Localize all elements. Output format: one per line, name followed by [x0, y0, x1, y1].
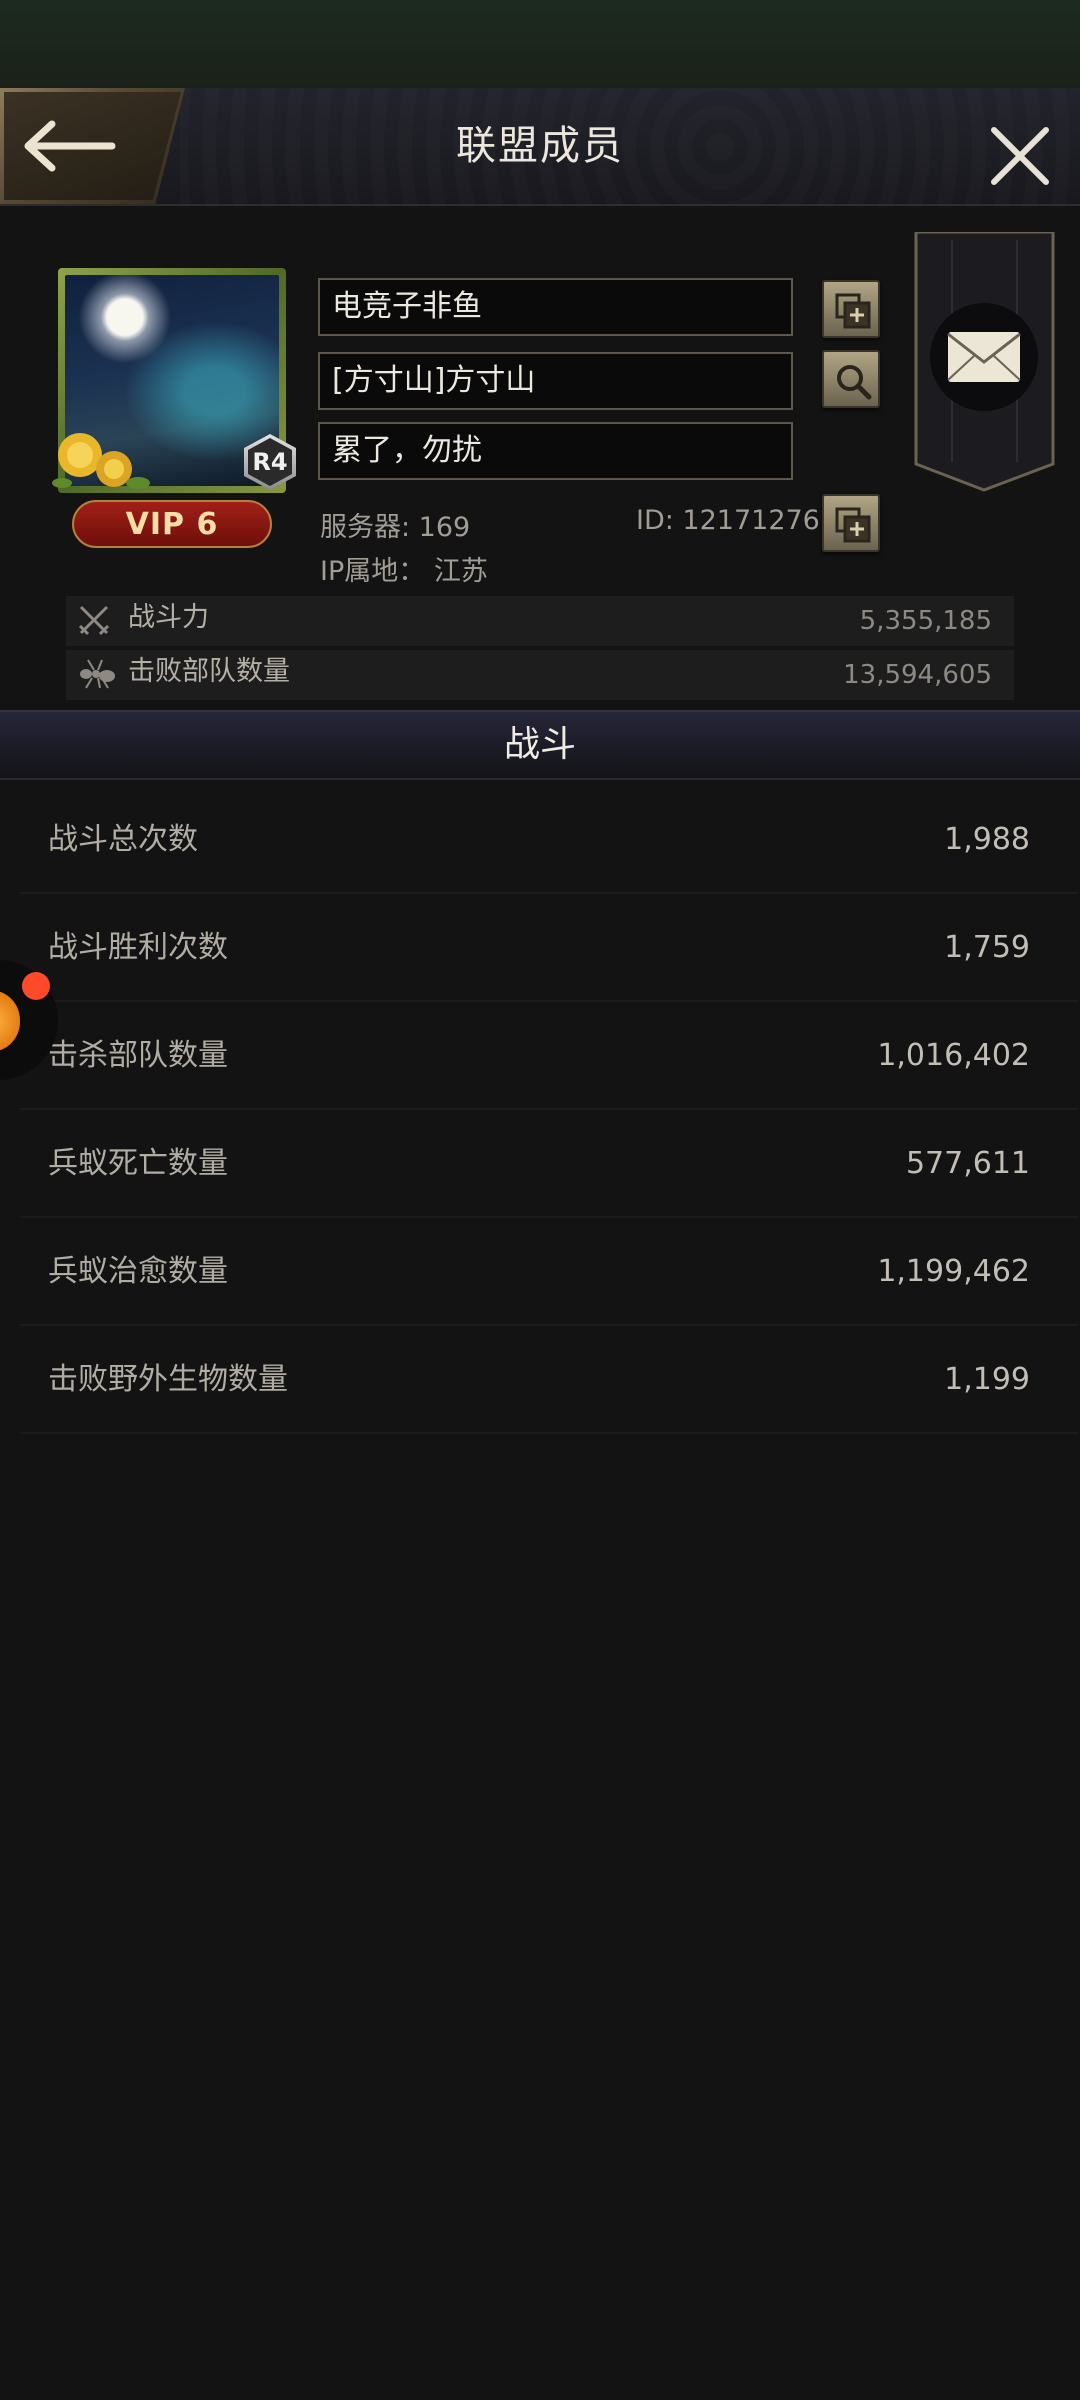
header-bar: 联盟成员 [0, 88, 1080, 206]
battle-stat-value: 1,016,402 [877, 1038, 1030, 1073]
page-title: 联盟成员 [456, 123, 624, 169]
copy-icon [835, 507, 871, 543]
assistant-face-icon [0, 990, 20, 1052]
vip-badge[interactable]: VIP 6 [72, 500, 272, 548]
server-label: 服务器: 169 [320, 512, 471, 543]
list-item: 兵蚁治愈数量 1,199,462 [20, 1218, 1078, 1326]
battle-stat-value: 577,611 [905, 1146, 1030, 1181]
battle-stat-value: 1,988 [944, 822, 1030, 857]
copy-name-button[interactable] [822, 280, 880, 338]
battle-stat-label: 战斗胜利次数 [48, 930, 228, 965]
stat-label: 击败部队数量 [128, 656, 290, 687]
battle-stats-list: 战斗总次数 1,988 战斗胜利次数 1,759 击杀部队数量 1,016,40… [20, 786, 1078, 1434]
search-alliance-button[interactable] [822, 350, 880, 408]
copy-id-button[interactable] [822, 494, 880, 552]
player-name-field[interactable]: 电竞子非鱼 [318, 278, 793, 336]
battle-stat-value: 1,759 [944, 930, 1030, 965]
battle-stat-label: 击杀部队数量 [48, 1038, 228, 1073]
battle-stat-label: 战斗总次数 [48, 822, 198, 857]
status-bar [0, 0, 1080, 88]
battle-stat-value: 1,199,462 [877, 1254, 1030, 1289]
list-item: 战斗胜利次数 1,759 [20, 894, 1078, 1002]
back-button[interactable] [0, 88, 185, 204]
battle-stat-value: 1,199 [944, 1362, 1030, 1397]
crossed-swords-icon [78, 605, 110, 636]
alliance-name-field[interactable]: [方寸山]方寸山 [318, 352, 793, 410]
mail-icon [947, 332, 1021, 382]
rank-label: R4 [248, 438, 292, 486]
stat-label: 战斗力 [128, 602, 209, 633]
close-button[interactable] [982, 118, 1058, 194]
battle-stat-label: 兵蚁死亡数量 [48, 1146, 228, 1181]
mail-button[interactable] [912, 232, 1057, 494]
list-item: 战斗总次数 1,988 [20, 786, 1078, 894]
section-header: 战斗 [0, 710, 1080, 780]
battle-stat-label: 兵蚁治愈数量 [48, 1254, 228, 1289]
stat-row-power: 战斗力 5,355,185 [66, 596, 1014, 646]
section-title: 战斗 [503, 724, 576, 765]
back-arrow-icon [24, 120, 116, 172]
list-item: 击杀部队数量 1,016,402 [20, 1002, 1078, 1110]
ant-icon [80, 659, 115, 689]
signature-field[interactable]: 累了，勿扰 [318, 422, 793, 480]
ip-location-label: IP属地： 江苏 [320, 556, 488, 587]
rose-decoration-icon [52, 433, 150, 489]
stat-value: 5,355,185 [859, 606, 992, 636]
search-icon [837, 365, 872, 400]
copy-icon [835, 293, 871, 329]
list-item: 兵蚁死亡数量 577,611 [20, 1110, 1078, 1218]
list-item: 击败野外生物数量 1,199 [20, 1326, 1078, 1434]
notification-dot [22, 972, 50, 1000]
stat-row-defeated-troops: 击败部队数量 13,594,605 [66, 650, 1014, 700]
player-id-label: ID: 12171276 [636, 505, 820, 536]
stat-value: 13,594,605 [843, 660, 992, 690]
close-icon [991, 127, 1049, 185]
battle-stat-label: 击败野外生物数量 [48, 1362, 288, 1397]
